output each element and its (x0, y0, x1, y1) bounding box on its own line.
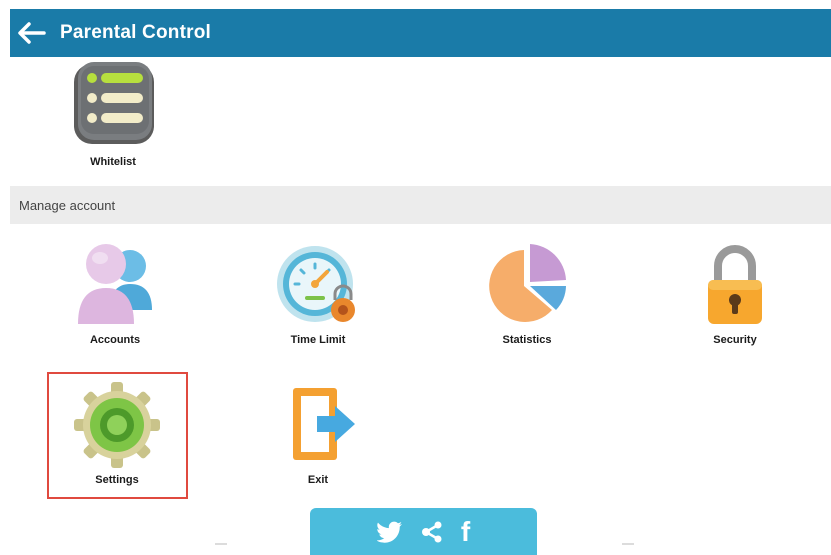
share-bar: f (310, 508, 537, 555)
facebook-icon[interactable]: f (461, 517, 470, 546)
back-button[interactable] (12, 9, 52, 57)
security-label: Security (713, 334, 757, 346)
app-header: Parental Control (10, 9, 831, 57)
accounts-tile[interactable]: Accounts (60, 240, 170, 346)
twitter-icon[interactable] (376, 521, 403, 543)
divider (215, 543, 227, 545)
pie-chart-icon (489, 244, 566, 322)
arrow-left-icon (18, 22, 46, 44)
speedometer-lock-icon (277, 246, 355, 322)
security-tile[interactable]: Security (680, 240, 790, 346)
share-icon[interactable] (421, 521, 443, 543)
gear-icon (74, 382, 160, 468)
padlock-icon (708, 245, 762, 324)
settings-label: Settings (95, 474, 139, 486)
divider (622, 543, 634, 545)
list-icon (74, 62, 154, 144)
whitelist-tile[interactable]: Whitelist (58, 58, 168, 168)
statistics-label: Statistics (502, 334, 552, 346)
exit-tile[interactable]: Exit (263, 380, 373, 486)
whitelist-label: Whitelist (90, 156, 136, 168)
settings-tile[interactable]: Settings (62, 380, 172, 486)
time-limit-label: Time Limit (290, 334, 346, 346)
accounts-label: Accounts (89, 334, 141, 346)
section-header-manage-account: Manage account (10, 186, 831, 224)
statistics-tile[interactable]: Statistics (472, 240, 582, 346)
exit-door-icon (293, 388, 355, 460)
time-limit-tile[interactable]: Time Limit (263, 240, 373, 346)
users-icon (78, 244, 152, 324)
page-title: Parental Control (60, 22, 211, 43)
section-title: Manage account (19, 197, 116, 213)
exit-label: Exit (307, 474, 329, 486)
